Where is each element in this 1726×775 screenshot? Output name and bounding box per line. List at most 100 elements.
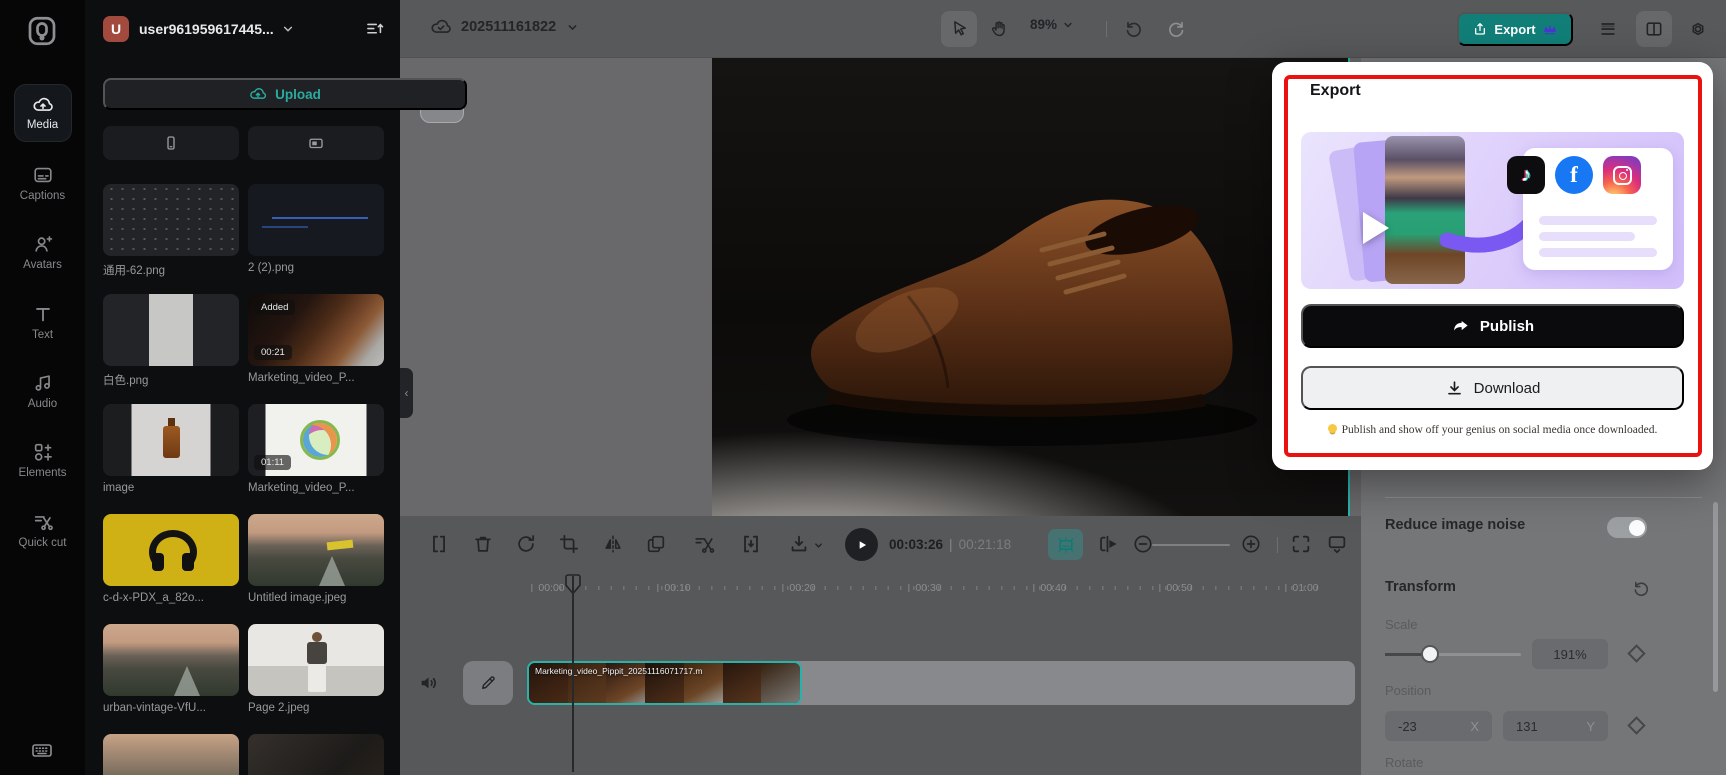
split-clip-button[interactable] (428, 533, 452, 557)
media-item[interactable]: Added 00:21 Marketing_video_P... (248, 294, 384, 384)
insert-marker-button[interactable] (740, 533, 764, 557)
settings-button[interactable] (1680, 11, 1716, 47)
sort-icon[interactable] (365, 19, 385, 39)
hand-tool-button[interactable] (981, 11, 1017, 47)
export-button[interactable]: Export (1457, 12, 1573, 46)
publish-button[interactable]: Publish (1301, 304, 1684, 348)
video-frame[interactable] (712, 58, 1350, 516)
media-item[interactable] (103, 734, 239, 775)
media-item-label: 白色.png (103, 372, 239, 388)
select-tool-button[interactable] (941, 11, 977, 47)
redo-button[interactable] (1158, 11, 1194, 47)
sidebar-item-media[interactable]: Media (0, 84, 85, 142)
media-item[interactable]: image (103, 404, 239, 494)
media-item-label: c-d-x-PDX_a_82o... (103, 592, 239, 604)
media-item[interactable]: c-d-x-PDX_a_82o... (103, 514, 239, 604)
quick-cut-icon (32, 511, 54, 533)
position-x-field[interactable]: -23 X (1385, 711, 1492, 741)
left-rail: Media Captions Avatars Text Audio (0, 0, 85, 775)
scale-value-field[interactable]: 191% (1532, 639, 1608, 669)
sidebar-item-captions[interactable]: Captions (0, 164, 85, 203)
media-item-label: Page 2.jpeg (248, 702, 384, 714)
delete-clip-button[interactable] (472, 533, 496, 557)
chevron-down-icon[interactable] (812, 539, 825, 552)
minus-circle-icon (1132, 533, 1154, 555)
position-keyframe-button[interactable] (1627, 716, 1645, 734)
auto-captions-button[interactable] (1048, 529, 1083, 560)
app-logo-icon[interactable] (24, 13, 60, 49)
video-clip[interactable]: Marketing_video_Pippit_20251116071717.m (527, 661, 802, 705)
sidebar-item-label: Elements (19, 467, 67, 480)
preview-display-button[interactable] (1326, 533, 1350, 557)
fit-timeline-button[interactable] (1290, 533, 1314, 557)
trim-preview-button[interactable] (1096, 533, 1120, 557)
panel-collapse-handle[interactable]: ‹ (400, 368, 413, 418)
download-clip-button[interactable] (788, 533, 812, 557)
media-item[interactable]: 通用-62.png (103, 184, 239, 278)
export-popup: Export ♪ f Publish Download Publish and (1272, 62, 1713, 470)
scale-slider-track[interactable] (1385, 653, 1521, 656)
scale-value: 191% (1553, 647, 1586, 662)
stack-icon (1598, 19, 1618, 39)
upload-button[interactable]: Upload (103, 78, 467, 110)
download-label: Download (1474, 380, 1541, 397)
scale-keyframe-button[interactable] (1627, 644, 1645, 662)
sidebar-item-audio[interactable]: Audio (0, 372, 85, 411)
user-account-row[interactable]: U user961959617445... (103, 14, 385, 44)
panel-scrollbar[interactable] (1713, 502, 1718, 692)
media-thumbnail (248, 184, 384, 256)
project-title-group[interactable]: 202511161822 (430, 16, 580, 38)
sidebar-item-text[interactable]: Text (0, 303, 85, 342)
download-button[interactable]: Download (1301, 366, 1684, 410)
quick-split-button[interactable] (693, 533, 717, 557)
canvas-zoom-control[interactable]: 89% (1030, 17, 1075, 32)
timeline-zoom-in-button[interactable] (1240, 533, 1264, 557)
keyboard-shortcuts-icon[interactable] (30, 738, 54, 762)
media-item[interactable]: 白色.png (103, 294, 239, 388)
reduce-noise-label: Reduce image noise (1385, 517, 1525, 533)
preview-canvas[interactable]: 16:9 (400, 58, 1361, 516)
media-item[interactable]: 01:11 Marketing_video_P... (248, 404, 384, 494)
hand-icon (989, 19, 1009, 39)
skeleton-line (1539, 232, 1635, 241)
timeline-ruler[interactable]: 00:00 00:10 00:20 00:30 00:40 00:50 01:0… (400, 574, 1361, 604)
ruler-label: 00:00 (531, 582, 564, 594)
rotate-clip-button[interactable] (515, 533, 539, 557)
media-item[interactable]: urban-vintage-VfU... (103, 624, 239, 714)
toggle-panel-button[interactable] (1636, 11, 1672, 47)
mirror-clip-button[interactable] (602, 533, 626, 557)
duplicate-clip-button[interactable] (645, 533, 669, 557)
reset-transform-icon[interactable] (1632, 579, 1651, 598)
sidebar-item-elements[interactable]: Elements (0, 441, 85, 480)
media-thumbnail (103, 294, 239, 366)
sidebar-item-quick-cut[interactable]: Quick cut (0, 511, 85, 550)
mute-track-icon[interactable] (418, 672, 440, 694)
render-queue-button[interactable] (1590, 11, 1626, 47)
edit-track-button[interactable] (463, 661, 513, 705)
reduce-noise-toggle[interactable] (1607, 517, 1647, 538)
undo-button[interactable] (1116, 11, 1152, 47)
trash-icon (472, 533, 494, 555)
sidebar-item-label: Avatars (23, 259, 62, 272)
track-bar[interactable]: Marketing_video_Pippit_20251116071717.m (527, 661, 1355, 705)
media-item[interactable]: Page 2.jpeg (248, 624, 384, 714)
media-item[interactable] (248, 734, 384, 775)
media-item[interactable]: Untitled image.jpeg (248, 514, 384, 604)
play-button[interactable] (845, 528, 878, 561)
split-icon (428, 533, 450, 555)
media-item[interactable]: 2 (2).png (248, 184, 384, 274)
scale-slider-knob[interactable] (1421, 645, 1439, 663)
timeline-zoom-slider[interactable] (1152, 544, 1230, 546)
toolbar-divider (1277, 537, 1278, 553)
filter-portrait-button[interactable] (103, 126, 239, 160)
crop-clip-button[interactable] (558, 533, 582, 557)
position-y-field[interactable]: 131 Y (1503, 711, 1608, 741)
play-icon (855, 538, 869, 552)
trim-icon (1096, 533, 1118, 555)
sidebar-item-label: Media (27, 119, 58, 132)
sidebar-item-avatars[interactable]: Avatars (0, 233, 85, 272)
filter-landscape-button[interactable] (248, 126, 384, 160)
captions-icon (32, 164, 54, 186)
media-thumbnail (103, 514, 239, 586)
playhead-line[interactable] (572, 576, 574, 772)
